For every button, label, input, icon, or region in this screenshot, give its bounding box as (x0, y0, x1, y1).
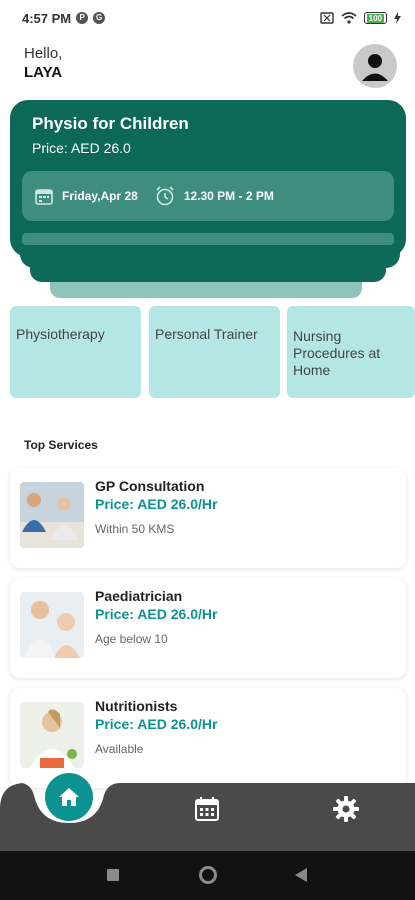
alarm-clock-icon (156, 186, 174, 206)
service-thumbnail (20, 592, 84, 658)
greeting-hello: Hello, (24, 45, 63, 62)
service-detail: Age below 10 (95, 632, 168, 646)
category-physiotherapy[interactable]: Physiotherapy (10, 306, 141, 398)
status-right: 100 (319, 12, 401, 24)
notification-icon: G (93, 12, 106, 24)
service-name: GP Consultation (95, 478, 205, 494)
status-time: 4:57 PM (22, 10, 72, 26)
top-services-title: Top Services (24, 438, 98, 452)
greeting: Hello, LAYA (24, 44, 62, 82)
appointment-time: 12.30 PM - 2 PM (183, 189, 274, 203)
gear-icon (333, 796, 359, 822)
recents-button[interactable] (107, 869, 119, 881)
user-name: LAYA (24, 64, 63, 81)
nav-calendar[interactable] (193, 795, 221, 823)
status-left: 4:57 PM P G (22, 10, 106, 26)
wifi-icon (341, 12, 357, 24)
card-stripe (22, 233, 394, 245)
appointment-title: Physio for Children (32, 114, 189, 133)
appointment-date-group: Friday,Apr 28 (34, 186, 138, 206)
calendar-icon (195, 797, 219, 821)
appointment-schedule: Friday,Apr 28 12.30 PM - 2 PM (22, 171, 394, 221)
service-card-gp[interactable]: GP Consultation Price: AED 26.0/Hr Withi… (10, 468, 406, 568)
appointment-time-group: 12.30 PM - 2 PM (154, 185, 274, 207)
service-detail: Within 50 KMS (95, 522, 175, 536)
calendar-icon (35, 189, 53, 205)
service-card-paediatrician[interactable]: Paediatrician Price: AED 26.0/Hr Age bel… (10, 578, 406, 678)
notification-icon: P (76, 12, 89, 24)
charging-icon (394, 12, 401, 24)
service-price: Price: AED 26.0/Hr (95, 496, 218, 512)
service-name: Nutritionists (95, 698, 178, 714)
service-price: Price: AED 26.0/Hr (95, 716, 218, 732)
status-bar: 4:57 PM P G 100 (0, 0, 415, 36)
back-button[interactable] (294, 867, 308, 883)
category-personal-trainer[interactable]: Personal Trainer (149, 306, 280, 398)
nav-home[interactable] (45, 773, 93, 821)
home-icon (59, 788, 79, 806)
category-tiles: Physiotherapy Personal Trainer Nursing P… (10, 306, 415, 398)
appointment-price: Price: AED 26.0 (32, 140, 131, 156)
service-detail: Available (95, 742, 144, 756)
nav-settings[interactable] (332, 795, 360, 823)
service-thumbnail (20, 702, 84, 768)
appointment-card[interactable]: Physio for Children Price: AED 26.0 Frid… (10, 100, 406, 257)
appointment-date: Friday,Apr 28 (62, 189, 138, 203)
sim-icon (319, 12, 334, 24)
avatar[interactable] (353, 44, 397, 88)
home-system-button[interactable] (199, 866, 217, 884)
battery-icon: 100 (363, 12, 387, 24)
service-name: Paediatrician (95, 588, 183, 604)
service-thumbnail (20, 482, 84, 548)
user-icon (362, 54, 388, 81)
category-nursing[interactable]: Nursing Procedures at Home (287, 306, 415, 398)
service-price: Price: AED 26.0/Hr (95, 606, 218, 622)
